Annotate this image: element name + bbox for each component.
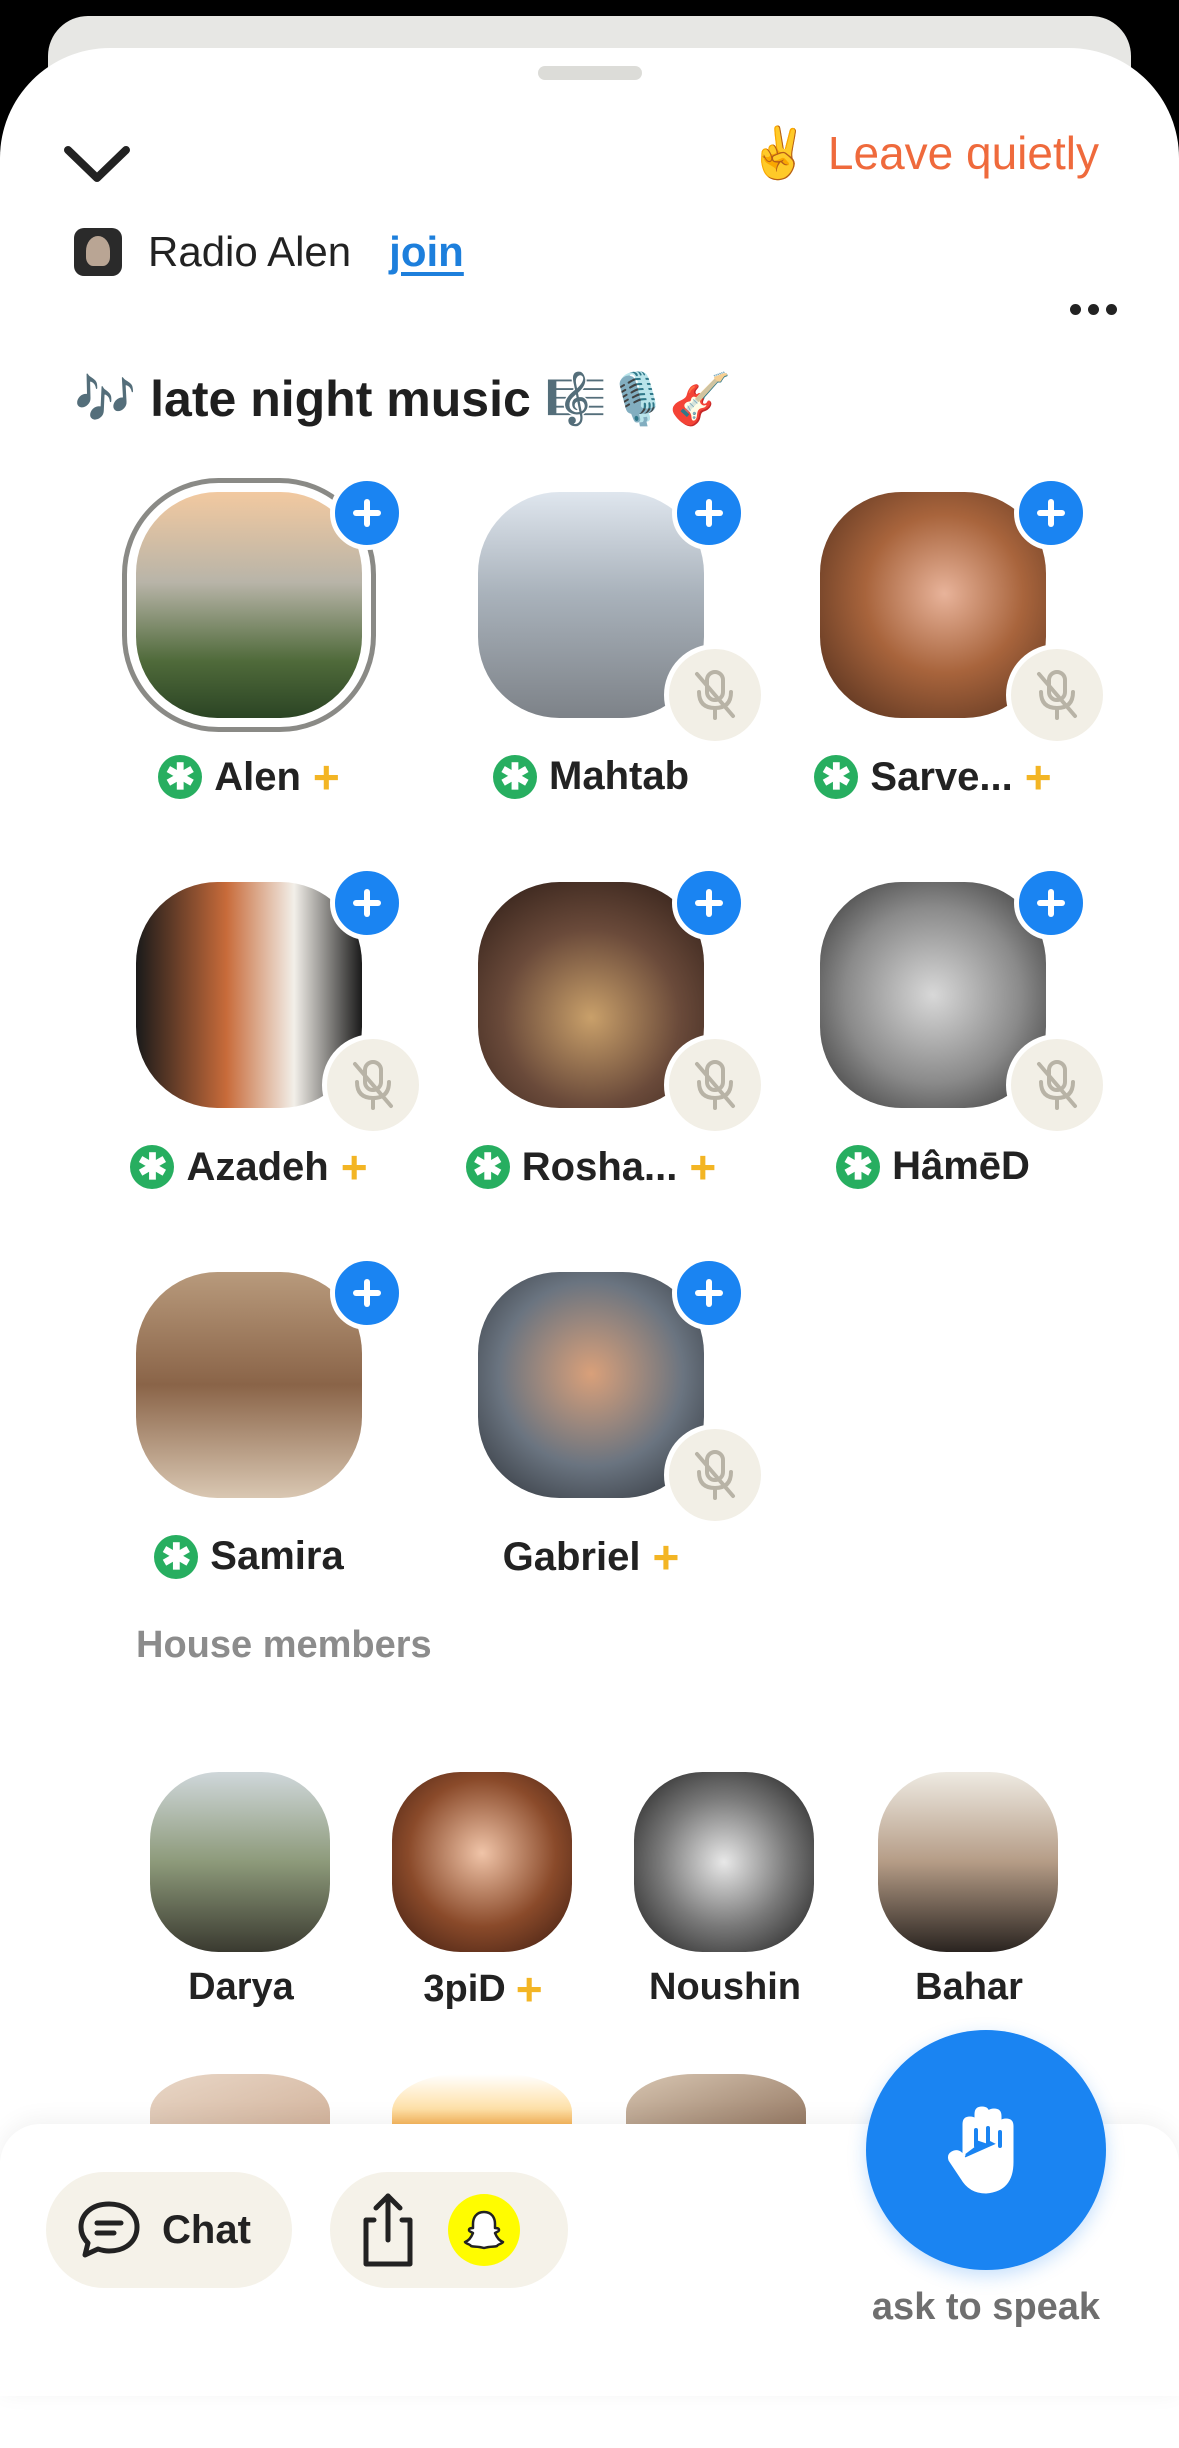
member-avatar[interactable] [878,1772,1058,1952]
chevron-down-icon[interactable] [60,140,134,190]
follow-plus-icon[interactable] [672,1256,746,1330]
new-member-plus-icon: + [340,1141,368,1193]
member-name: Darya [188,1966,294,2008]
speaker-name-row: ✱ Mahtab [428,754,754,799]
speaker-name: HâmēD [892,1144,1030,1188]
new-member-plus-icon: + [652,1531,680,1583]
new-member-plus-icon: + [689,1141,717,1193]
speaker-name: Azadeh [186,1144,329,1189]
club-row: Radio Alen join [74,228,464,276]
follow-plus-icon[interactable] [1014,476,1088,550]
member-name: Noushin [649,1966,801,2008]
muted-mic-icon [1006,644,1108,746]
leave-quietly-button[interactable]: ✌️ Leave quietly [748,126,1099,180]
raise-hand-icon [948,2106,1014,2194]
speaker-name: Gabriel [502,1534,641,1579]
follow-plus-icon[interactable] [330,866,404,940]
speaker-name-row: ✱ HâmēD [770,1144,1096,1189]
snapchat-icon[interactable] [448,2194,520,2266]
house-members-title: House members [136,1624,432,1666]
victory-hand-icon: ✌️ [747,125,810,181]
share-icon [363,2193,413,2267]
member-name: 3piD [423,1967,506,2010]
moderator-badge-icon: ✱ [130,1145,175,1189]
muted-mic-icon [664,644,766,746]
speaker-name-row: ✱ Samira [86,1534,412,1579]
speaker-name: Sarve... [870,754,1013,799]
moderator-badge-icon: ✱ [814,755,859,799]
speaker-name-row: Gabriel + [428,1534,754,1580]
follow-plus-icon[interactable] [1014,866,1088,940]
follow-plus-icon[interactable] [672,866,746,940]
moderator-badge-icon: ✱ [158,755,203,799]
chat-bubble-icon [78,2201,140,2258]
ask-to-speak-label: ask to speak [871,2286,1101,2328]
member-name-row: Bahar [864,1966,1074,2009]
muted-mic-icon [664,1424,766,1526]
drag-handle[interactable] [538,66,642,80]
moderator-badge-icon: ✱ [493,754,537,799]
follow-plus-icon[interactable] [330,476,404,550]
speaker-name: Samira [210,1534,344,1578]
moderator-badge-icon: ✱ [465,1145,510,1189]
join-club-link[interactable]: join [389,228,464,276]
member-name: Bahar [915,1966,1023,2008]
club-name[interactable]: Radio Alen [148,228,351,276]
speaker-name-row: ✱ Sarve... + [770,754,1096,800]
new-member-plus-icon: + [1024,751,1052,803]
chat-label: Chat [162,2207,251,2252]
chat-button[interactable]: Chat [46,2172,292,2288]
speaker-name: Rosha... [521,1144,678,1189]
member-name-row: 3piD + [378,1966,588,2012]
speaker-avatar[interactable] [136,1272,362,1498]
muted-mic-icon [1006,1034,1108,1136]
speaker-name-row: ✱ Alen + [86,754,412,800]
member-avatar[interactable] [150,1772,330,1952]
club-logo[interactable] [74,228,122,276]
leave-quietly-label: Leave quietly [827,127,1099,179]
more-options-icon[interactable] [1070,304,1117,315]
raise-hand-button[interactable] [866,2030,1106,2270]
new-member-plus-icon: + [515,1963,543,2015]
moderator-badge-icon: ✱ [154,1534,199,1579]
new-member-plus-icon: + [312,751,340,803]
room-title: 🎶 late night music 🎼🎙️🎸 [74,371,732,427]
member-name-row: Darya [136,1966,346,2009]
follow-plus-icon[interactable] [330,1256,404,1330]
member-name-row: Noushin [620,1966,830,2009]
speaker-name: Mahtab [549,754,689,798]
speaker-name: Alen [214,754,301,799]
speaker-name-row: ✱ Azadeh + [86,1144,412,1190]
member-avatar[interactable] [392,1772,572,1952]
follow-plus-icon[interactable] [672,476,746,550]
muted-mic-icon [664,1034,766,1136]
speaker-avatar[interactable] [136,492,362,718]
moderator-badge-icon: ✱ [836,1144,881,1189]
speaker-name-row: ✱ Rosha... + [428,1144,754,1190]
share-button[interactable] [330,2172,568,2288]
muted-mic-icon [322,1034,424,1136]
member-avatar[interactable] [634,1772,814,1952]
